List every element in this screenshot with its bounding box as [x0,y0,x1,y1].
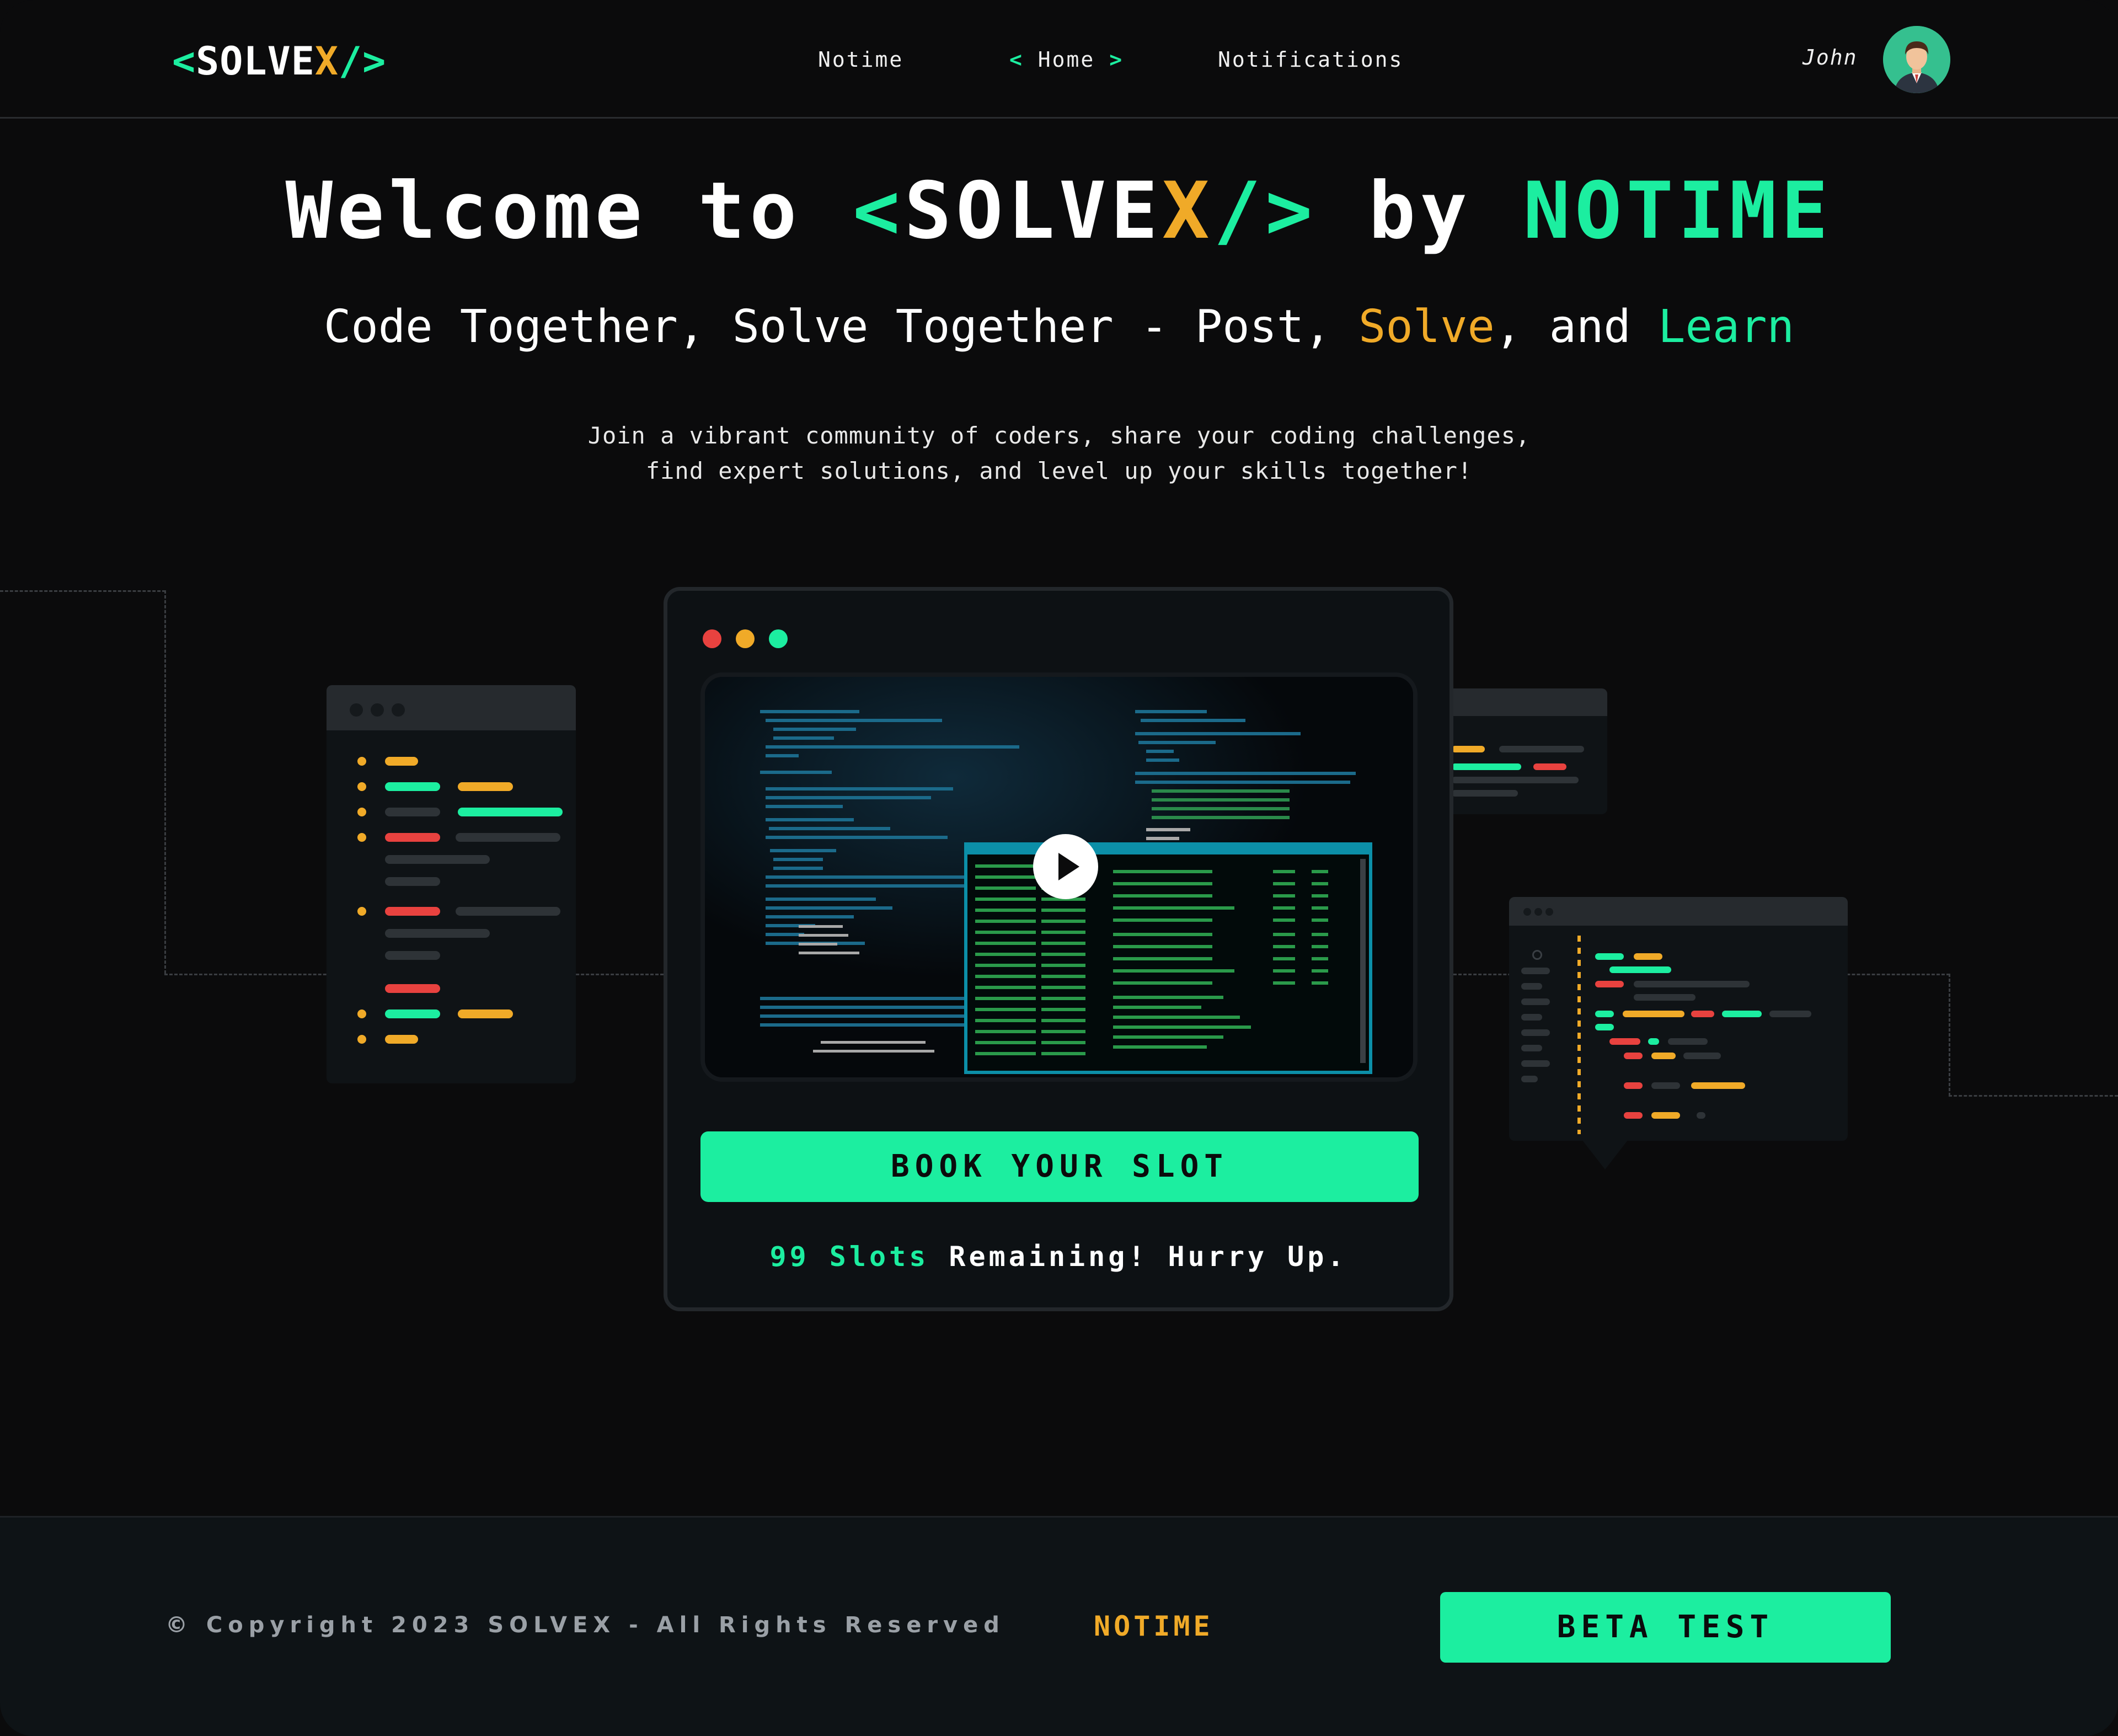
nav-link-home[interactable]: < Home > [1009,47,1124,72]
speech-bubble-tail [1582,1140,1628,1169]
dashed-line-right-vertical [1949,974,1950,1096]
mockup-titlebar [327,685,576,730]
video-player[interactable] [700,672,1418,1082]
brand-close: /> [339,39,387,84]
footer: © Copyright 2023 SOLVEX - All Rights Res… [0,1516,2118,1736]
maximize-dot-icon [769,629,788,648]
play-button[interactable] [1033,834,1098,899]
hero-description-line2: find expert solutions, and level up your… [645,457,1473,484]
hero-description: Join a vibrant community of coders, shar… [0,418,2118,489]
dashed-line-right-bottom [1949,1095,2118,1097]
copyright-text: © Copyright 2023 SOLVEX - All Rights Res… [165,1612,1005,1638]
minimize-dot-icon [736,629,755,648]
window-controls [703,629,802,650]
avatar[interactable] [1883,26,1950,93]
nav-link-notifications[interactable]: Notifications [1218,47,1403,72]
chevron-right-icon: > [1109,47,1124,72]
page: <SOLVEX/> Notime < Home > Notifications … [0,0,2118,1736]
brand-open: < [172,39,196,84]
chevron-left-icon: < [1009,47,1024,72]
hero-title-brand-open: < [853,165,905,257]
hero-title-brand-solve: SOLVE [904,165,1162,257]
hero-title-brand-close: /> [1213,165,1317,257]
navbar: <SOLVEX/> Notime < Home > Notifications … [0,0,2118,119]
hero-subtitle: Code Together, Solve Together - Post, So… [0,301,2118,353]
mockup-titlebar [1509,897,1848,926]
hero-title-prefix: Welcome to [285,165,853,257]
footer-notime-link[interactable]: NOTIME [1094,1610,1213,1642]
code-mockup-left [327,685,576,1083]
hero-description-line1: Join a vibrant community of coders, shar… [587,422,1531,449]
hero-title-notime: NOTIME [1523,165,1833,257]
video-card: BOOK YOUR SLOT 99 Slots Remaining! Hurry… [664,587,1453,1311]
brand-x: X [314,39,339,84]
brand-solve: SOLVE [196,39,315,84]
hero-title: Welcome to <SOLVEX/> by NOTIME [0,165,2118,257]
nav-link-notime[interactable]: Notime [818,47,903,72]
beta-test-button[interactable]: BETA TEST [1440,1592,1891,1663]
dashed-line-left-vertical [164,590,166,974]
book-slot-button[interactable]: BOOK YOUR SLOT [700,1131,1419,1202]
hero-subtitle-part1: Code Together, Solve Together - Post, [324,301,1359,353]
brand-logo[interactable]: <SOLVEX/> [172,39,386,84]
slots-remaining: 99 Slots Remaining! Hurry Up. [667,1241,1450,1273]
code-mockup-right-bottom [1509,897,1848,1141]
hero-subtitle-learn: Learn [1658,301,1794,353]
user-name[interactable]: John [1803,45,1858,70]
hero-title-by: by [1317,165,1523,257]
slots-text: Remaining! Hurry Up. [929,1241,1347,1273]
dashed-line-left-top [0,590,165,592]
slots-count: 99 Slots [769,1241,929,1273]
play-icon [1058,853,1079,880]
hero-subtitle-part2: , and [1494,301,1659,353]
code-mockup-right-top [1452,688,1607,814]
close-dot-icon [703,629,721,648]
hero-subtitle-solve: Solve [1358,301,1495,353]
mockup-titlebar [1452,688,1607,716]
hero-title-brand-x: X [1162,165,1214,257]
nav-link-home-label: Home [1037,47,1095,72]
